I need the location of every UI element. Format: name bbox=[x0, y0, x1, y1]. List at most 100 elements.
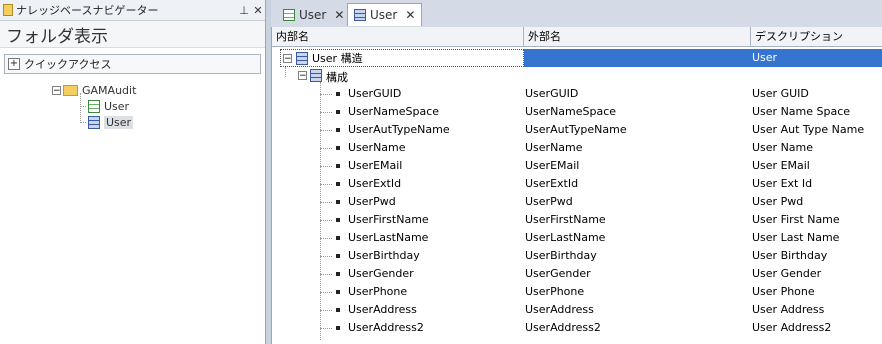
close-tab-icon[interactable]: ✕ bbox=[405, 8, 415, 22]
attribute-external-name: UserAddress2 bbox=[525, 321, 601, 334]
attribute-description: User Phone bbox=[752, 285, 815, 298]
attribute-description: User First Name bbox=[752, 213, 840, 226]
editor-area: User ✕ User ✕ 内部名 外部名 デスクリプション − User 構造… bbox=[271, 0, 882, 344]
attribute-row[interactable]: UserFirstName UserFirstName User First Nam… bbox=[272, 211, 882, 229]
navigator-tree: − GAMAudit User User bbox=[0, 80, 265, 344]
level-name: 構成 bbox=[326, 71, 348, 84]
attribute-external-name: UserEMail bbox=[525, 159, 580, 172]
root-name: User 構造 bbox=[312, 52, 363, 65]
tree-item-label: User bbox=[104, 99, 130, 113]
tab-label: User bbox=[299, 7, 327, 22]
navigator-title: ナレッジベースナビゲーター bbox=[16, 4, 159, 17]
attribute-row[interactable]: UserPwd UserPwd User Pwd bbox=[272, 193, 882, 211]
navigator-icon bbox=[3, 4, 13, 16]
attribute-bullet-icon bbox=[336, 272, 340, 276]
column-header-external-name[interactable]: 外部名 bbox=[524, 27, 751, 46]
attribute-description: User Ext Id bbox=[752, 177, 813, 190]
attribute-external-name: UserFirstName bbox=[525, 213, 606, 226]
pin-icon[interactable]: ⊥ bbox=[237, 4, 251, 17]
attribute-row[interactable]: UserExtId UserExtId User Ext Id bbox=[272, 175, 882, 193]
attribute-external-name: UserAddress bbox=[525, 303, 594, 316]
attribute-bullet-icon bbox=[336, 92, 340, 96]
tab-strip: User ✕ User ✕ bbox=[271, 0, 882, 27]
close-tab-icon[interactable]: ✕ bbox=[334, 8, 344, 22]
attribute-row[interactable]: UserAutTypeName UserAutTypeName User Aut T… bbox=[272, 121, 882, 139]
grid-header: 内部名 外部名 デスクリプション bbox=[272, 27, 882, 47]
folder-view-heading: フォルダ表示 bbox=[0, 21, 265, 48]
attribute-bullet-icon bbox=[336, 254, 340, 258]
tab-user-transaction[interactable]: User ✕ bbox=[347, 3, 423, 26]
attribute-bullet-icon bbox=[336, 164, 340, 168]
attribute-bullet-icon bbox=[336, 326, 340, 330]
column-header-description[interactable]: デスクリプション bbox=[751, 27, 882, 46]
tab-user-table[interactable]: User ✕ bbox=[277, 3, 350, 26]
attribute-external-name: UserAutTypeName bbox=[525, 123, 627, 136]
attribute-external-name: UserPwd bbox=[525, 195, 573, 208]
attribute-description: User EMail bbox=[752, 159, 810, 172]
level-row[interactable]: − 構成 bbox=[272, 67, 882, 85]
attribute-description: User Name bbox=[752, 141, 814, 154]
attribute-row[interactable]: UserLastName UserLastName User Last Name bbox=[272, 229, 882, 247]
attribute-internal-name: UserAutTypeName bbox=[348, 123, 450, 136]
attribute-internal-name: UserGender bbox=[348, 267, 414, 280]
attribute-row[interactable]: UserName UserName User Name bbox=[272, 139, 882, 157]
structure-grid: 内部名 外部名 デスクリプション − User 構造 User − 構成 Use… bbox=[271, 27, 882, 344]
attribute-internal-name: UserAddress2 bbox=[348, 321, 424, 334]
attribute-external-name: UserName bbox=[525, 141, 583, 154]
attribute-bullet-icon bbox=[336, 236, 340, 240]
attribute-internal-name: UserBirthday bbox=[348, 249, 420, 262]
root-name-cell: − User 構造 bbox=[280, 49, 524, 67]
attribute-row[interactable]: UserEMail UserEMail User EMail bbox=[272, 157, 882, 175]
attribute-description: User Gender bbox=[752, 267, 822, 280]
level-icon bbox=[310, 69, 322, 82]
folder-icon bbox=[63, 84, 78, 96]
attribute-bullet-icon bbox=[336, 110, 340, 114]
tree-item-label: User bbox=[104, 115, 134, 129]
attribute-description: User GUID bbox=[752, 87, 809, 100]
attribute-external-name: UserExtId bbox=[525, 177, 579, 190]
quick-access-label: クイックアクセス bbox=[24, 58, 112, 71]
tree-item-user-table[interactable]: User bbox=[88, 98, 129, 114]
attribute-bullet-icon bbox=[336, 128, 340, 132]
attribute-external-name: UserBirthday bbox=[525, 249, 597, 262]
attribute-external-name: UserGender bbox=[525, 267, 591, 280]
attribute-row[interactable]: UserBirthday UserBirthday User Birthday bbox=[272, 247, 882, 265]
attribute-description: User Aut Type Name bbox=[752, 123, 865, 136]
collapse-minus-icon[interactable]: − bbox=[52, 85, 61, 95]
transaction-icon bbox=[354, 9, 366, 21]
tree-folder-gamaudit[interactable]: − GAMAudit bbox=[52, 82, 136, 98]
navigator-title-bar: ナレッジベースナビゲーター ⊥ ✕ bbox=[0, 0, 265, 21]
attribute-external-name: UserGUID bbox=[525, 87, 579, 100]
attribute-internal-name: UserNameSpace bbox=[348, 105, 440, 118]
collapse-minus-icon[interactable]: − bbox=[283, 53, 292, 63]
attribute-description: User Address bbox=[752, 303, 825, 316]
close-icon[interactable]: ✕ bbox=[251, 4, 265, 17]
attribute-internal-name: UserExtId bbox=[348, 177, 402, 190]
attribute-row[interactable]: UserGUID UserGUID User GUID bbox=[272, 85, 882, 103]
collapse-minus-icon[interactable]: − bbox=[298, 71, 307, 81]
attribute-internal-name: UserEMail bbox=[348, 159, 403, 172]
table-icon bbox=[88, 99, 100, 113]
attribute-bullet-icon bbox=[336, 308, 340, 312]
quick-access-button[interactable]: + クイックアクセス bbox=[4, 54, 261, 74]
attribute-row[interactable]: UserPhone UserPhone User Phone bbox=[272, 283, 882, 301]
transaction-icon bbox=[296, 51, 308, 65]
tree-item-user-transaction[interactable]: User bbox=[88, 114, 134, 130]
root-description: User bbox=[752, 51, 778, 64]
attribute-row[interactable]: UserGender UserGender User Gender bbox=[272, 265, 882, 283]
attribute-row[interactable]: UserNameSpace UserNameSpace User Name Spac… bbox=[272, 103, 882, 121]
attribute-external-name: UserLastName bbox=[525, 231, 606, 244]
attribute-description: User Name Space bbox=[752, 105, 851, 118]
attribute-internal-name: UserAddress bbox=[348, 303, 417, 316]
attribute-internal-name: UserGUID bbox=[348, 87, 402, 100]
attribute-external-name: UserPhone bbox=[525, 285, 585, 298]
attribute-bullet-icon bbox=[336, 182, 340, 186]
attribute-internal-name: UserPwd bbox=[348, 195, 396, 208]
attribute-internal-name: UserPhone bbox=[348, 285, 408, 298]
attribute-row[interactable]: UserAddress2 UserAddress2 User Address2 bbox=[272, 319, 882, 337]
attribute-bullet-icon bbox=[336, 218, 340, 222]
root-structure-row[interactable]: − User 構造 User bbox=[272, 49, 882, 67]
attribute-row[interactable]: UserAddress UserAddress User Address bbox=[272, 301, 882, 319]
attribute-bullet-icon bbox=[336, 146, 340, 150]
column-header-internal-name[interactable]: 内部名 bbox=[272, 27, 524, 46]
